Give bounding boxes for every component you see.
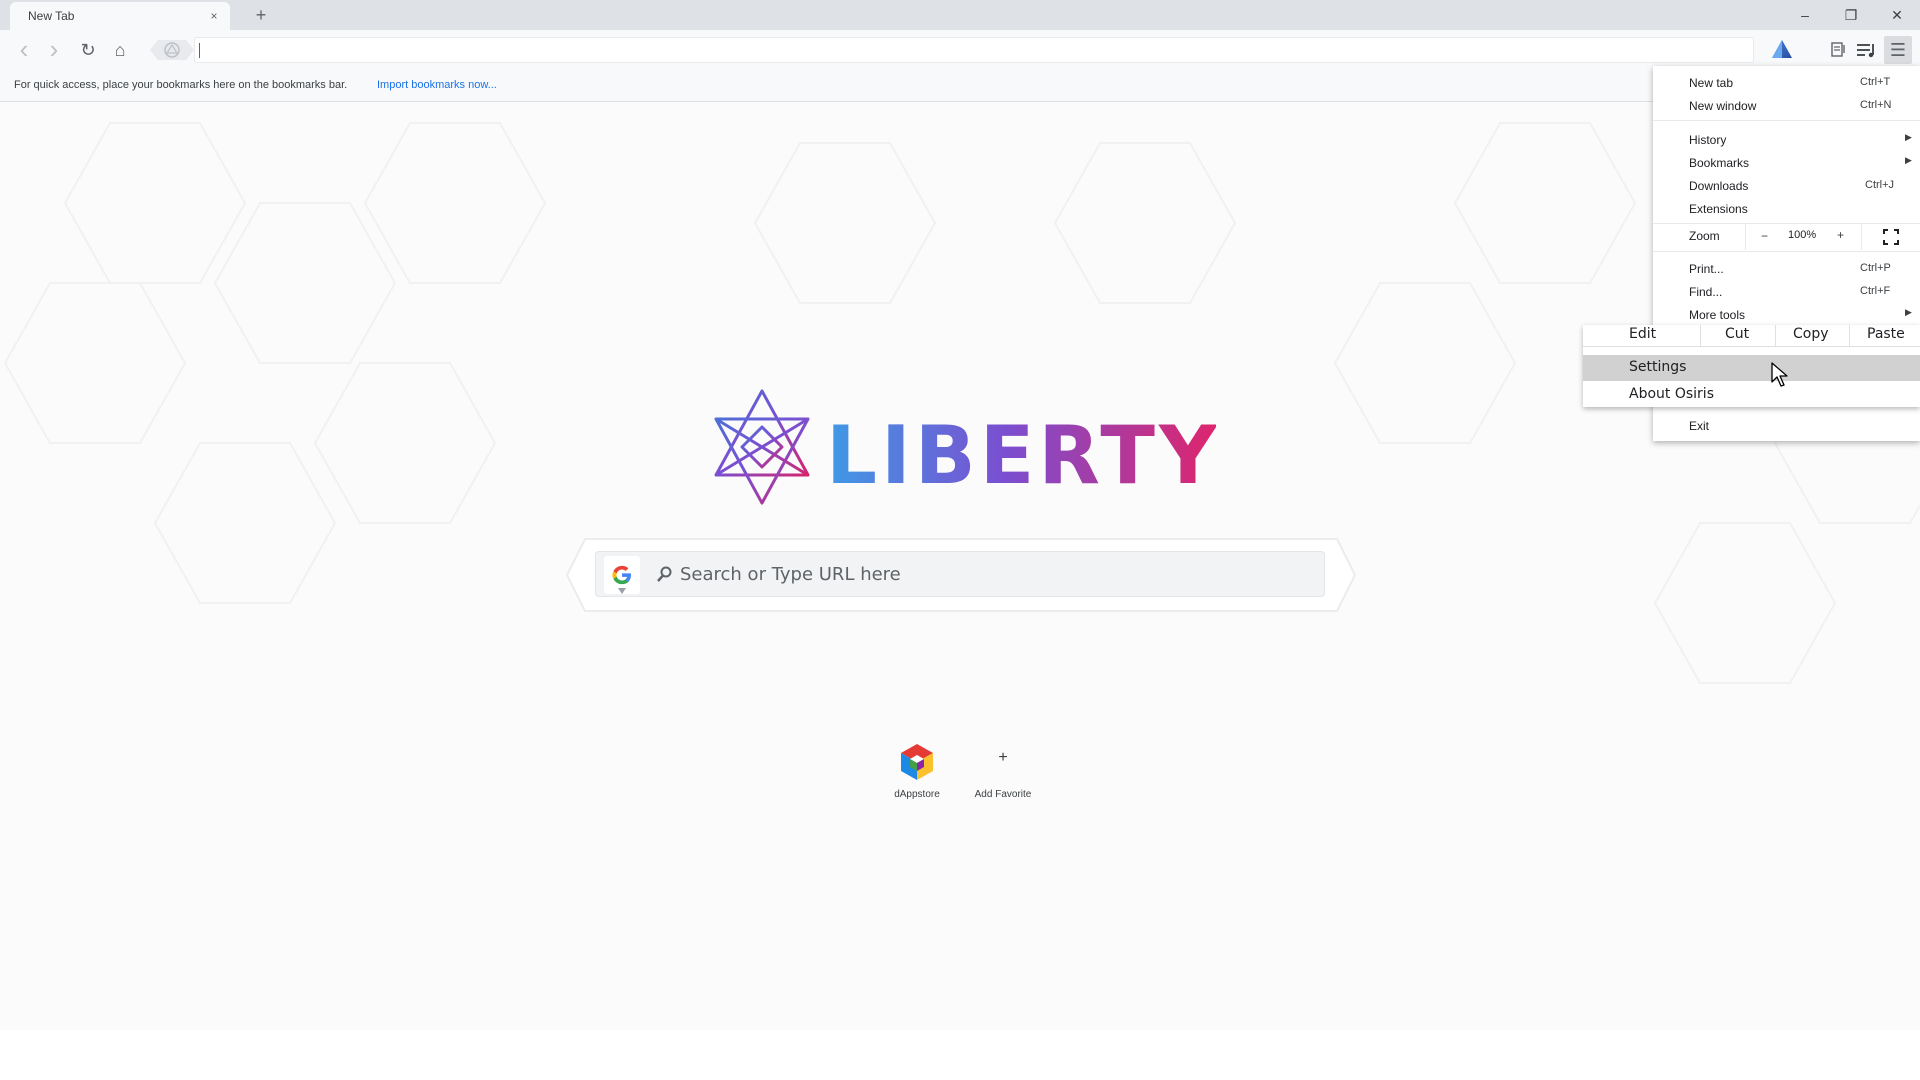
menu-item-more-tools[interactable]: More tools ▶ [1653,304,1920,326]
bookmarks-bar-message: For quick access, place your bookmarks h… [14,79,348,91]
menu-item-find[interactable]: Find... Ctrl+F [1653,281,1920,303]
menu-item-new-tab[interactable]: New tab Ctrl+T [1653,72,1920,94]
menu-item-label: Print... [1689,262,1724,276]
tab-title: New Tab [28,9,75,23]
menu-item-label: History [1689,133,1727,147]
menu-item-bookmarks[interactable]: Bookmarks ▶ [1653,152,1920,174]
menu-item-label: More tools [1689,308,1746,322]
menu-item-exit[interactable]: Exit [1653,415,1920,441]
zoom-divider [1745,224,1746,250]
reload-button[interactable]: ↻ [76,38,100,62]
logo-wordmark: LIBERTY [826,409,1216,502]
chevron-down-icon [618,588,626,594]
menu-edit-row: Edit Cut Copy Paste [1583,325,1920,347]
desktop-area [0,1030,1920,1080]
close-icon[interactable]: × [206,8,222,24]
fullscreen-icon[interactable] [1883,229,1899,245]
back-button[interactable]: ‹ [12,36,36,62]
edit-divider [1775,325,1776,347]
menu-item-label: New window [1689,99,1757,113]
menu-item-label: Extensions [1689,202,1748,216]
favorite-dappstore[interactable]: dAppstore [877,735,957,805]
menu-icon[interactable]: ☰ [1884,36,1912,64]
search-field[interactable] [595,551,1325,597]
menu-item-label: Exit [1689,419,1710,433]
menu-item-settings[interactable]: Settings [1583,355,1920,381]
copy-button[interactable]: Copy [1793,325,1829,347]
menu-item-print[interactable]: Print... Ctrl+P [1653,258,1920,280]
search-box [565,535,1357,615]
zoom-label: Zoom [1689,229,1720,243]
submenu-arrow-icon: ▶ [1905,307,1912,317]
menu-item-shortcut: Ctrl+J [1865,179,1895,191]
forward-button[interactable]: › [42,36,66,62]
edit-divider [1849,325,1850,347]
toolbar: ‹ › ↻ ⌂ ☰ [0,30,1920,70]
menu-item-shortcut: Ctrl+F [1860,285,1891,297]
edit-divider [1700,325,1701,347]
menu-item-new-window[interactable]: New window Ctrl+N [1653,95,1920,117]
search-input[interactable] [680,552,1300,596]
menu-item-shortcut: Ctrl+T [1860,76,1891,88]
search-engine-selector[interactable] [604,556,640,594]
submenu-arrow-icon: ▶ [1905,155,1912,165]
menu-separator [1653,251,1920,252]
minimize-button[interactable]: – [1782,0,1828,30]
new-tab-page: LIBERTY Search or Type URL here dAppstor… [0,103,1920,1030]
address-input[interactable] [203,40,1743,60]
reading-list-icon[interactable] [1824,36,1852,64]
import-bookmarks-link[interactable]: Import bookmarks now... [377,79,497,91]
window-close-button[interactable]: ✕ [1874,0,1920,30]
menu-edit-panel: Edit Cut Copy Paste Settings About Osiri… [1583,325,1920,407]
zoom-level: 100% [1788,229,1817,241]
menu-zoom-row: Zoom − 100% + [1653,224,1920,250]
menu-item-label: About Osiris [1629,386,1714,402]
playlist-icon[interactable] [1852,36,1880,64]
menu-item-label: Downloads [1689,179,1749,193]
menu-item-history[interactable]: History ▶ [1653,129,1920,151]
site-shield-icon[interactable] [150,38,194,62]
menu-item-label: Settings [1629,359,1687,375]
favorite-label: dAppstore [894,789,940,800]
google-g-icon [612,565,631,585]
menu-item-downloads[interactable]: Downloads Ctrl+J [1653,175,1920,197]
liberty-extension-icon[interactable] [1768,36,1796,64]
zoom-out-button[interactable]: − [1761,229,1768,243]
zoom-in-button[interactable]: + [1837,228,1844,242]
menu-item-label: Find... [1689,285,1723,299]
tab-strip: New Tab × + – ❐ ✕ [0,0,1920,30]
liberty-logo: LIBERTY [714,389,1216,505]
browser-window: New Tab × + – ❐ ✕ ‹ › ↻ ⌂ ☰ For quick ac… [0,0,1920,1030]
favorite-label: Add Favorite [974,789,1032,800]
menu-item-shortcut: Ctrl+P [1860,262,1891,274]
paste-button[interactable]: Paste [1867,325,1905,347]
zoom-divider [1861,224,1862,250]
address-bar[interactable] [194,37,1754,63]
search-icon [657,566,672,582]
tab-new-tab[interactable]: New Tab × [10,2,230,30]
menu-item-label: Bookmarks [1689,156,1750,170]
restore-button[interactable]: ❐ [1828,0,1874,30]
bookmarks-bar: For quick access, place your bookmarks h… [0,70,1920,102]
menu-item-shortcut: Ctrl+N [1860,99,1892,111]
text-caret [199,43,200,58]
menu-item-about[interactable]: About Osiris [1583,383,1920,405]
new-tab-button[interactable]: + [250,4,272,26]
home-button[interactable]: ⌂ [108,38,132,62]
submenu-arrow-icon: ▶ [1905,132,1912,142]
menu-separator [1653,120,1920,121]
dappstore-cube-icon [901,744,933,780]
plus-icon: + [998,749,1008,766]
edit-label: Edit [1629,326,1657,342]
add-favorite-button[interactable]: + Add Favorite [963,735,1043,805]
mouse-cursor-icon [1771,362,1788,387]
menu-item-extensions[interactable]: Extensions [1653,198,1920,220]
menu-item-label: New tab [1689,76,1734,90]
cut-button[interactable]: Cut [1725,325,1749,347]
